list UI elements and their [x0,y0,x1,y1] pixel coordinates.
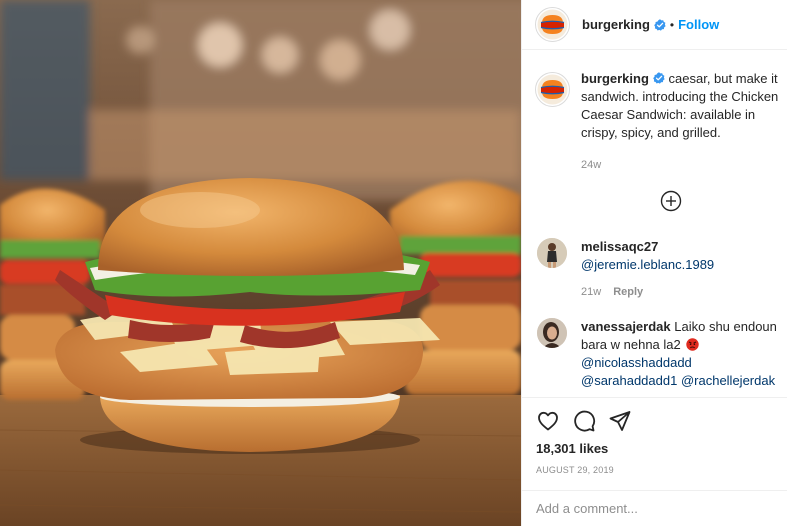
likes-count[interactable]: 18,301 likes [536,441,787,456]
comment-content: vanessajerdak Laiko shu endoun bara w ne… [581,318,781,354]
comment: melissaqc27 @jeremie.leblanc.1989 21w Re… [537,238,787,301]
like-button[interactable] [536,409,560,433]
comment-time[interactable]: 21w [581,283,601,301]
comment-avatar[interactable] [537,318,567,348]
comment-meta: 21w Reply [581,283,781,301]
add-comment-bar [522,490,787,526]
post-date[interactable]: AUGUST 29, 2019 [536,465,787,475]
verified-badge-icon [653,72,665,84]
caption-time[interactable]: 24w [581,156,781,174]
plus-circle-icon [660,190,682,212]
comment-username[interactable]: vanessajerdak [581,319,671,334]
heart-icon [538,411,558,431]
comment-mention[interactable]: @rachellejerdak [681,373,775,388]
comment-username[interactable]: melissaqc27 [581,238,781,256]
comment-mention-line: @sarahaddadd1 @rachellejerdak [581,372,781,390]
comment-icon [574,410,596,432]
verified-badge-icon [654,18,666,31]
burger-king-logo-icon [537,74,568,105]
comment-button[interactable] [572,409,596,433]
header-username[interactable]: burgerking [582,17,650,32]
user-photo-avatar [537,238,567,268]
avatar[interactable] [535,7,570,42]
separator-dot: • [669,17,675,32]
post-actions: 18,301 likes AUGUST 29, 2019 [522,397,787,475]
side-panel: burgerking • Follow burgerking caesar, b… [521,0,787,526]
comment: vanessajerdak Laiko shu endoun bara w ne… [537,318,787,390]
follow-button[interactable]: Follow [678,17,719,32]
comment-body: vanessajerdak Laiko shu endoun bara w ne… [581,318,781,390]
send-icon [609,411,631,431]
caption-avatar[interactable] [535,72,570,107]
instagram-post: burgerking • Follow burgerking caesar, b… [0,0,787,526]
comment-mention[interactable]: @nicolasshaddadd [581,354,781,372]
add-comment-input[interactable] [536,501,766,516]
angry-face-emoji-icon [686,338,700,351]
action-icons [536,408,787,434]
user-photo-avatar [537,318,567,348]
reply-button[interactable]: Reply [613,283,643,301]
caption-text-block: burgerking caesar, but make it sandwich.… [581,70,781,174]
comment-avatar[interactable] [537,238,567,268]
burger-photo [0,0,521,526]
comment-body: melissaqc27 @jeremie.leblanc.1989 21w Re… [581,238,781,301]
caption: burgerking caesar, but make it sandwich.… [535,70,785,174]
post-header: burgerking • Follow [522,0,787,50]
burger-king-logo-icon [537,9,568,40]
caption-username[interactable]: burgerking [581,71,649,86]
comment-mention[interactable]: @jeremie.leblanc.1989 [581,256,781,274]
comment-mention[interactable]: @sarahaddadd1 [581,373,677,388]
load-more-comments-button[interactable] [660,190,682,212]
post-photo[interactable] [0,0,521,526]
share-button[interactable] [608,409,632,433]
